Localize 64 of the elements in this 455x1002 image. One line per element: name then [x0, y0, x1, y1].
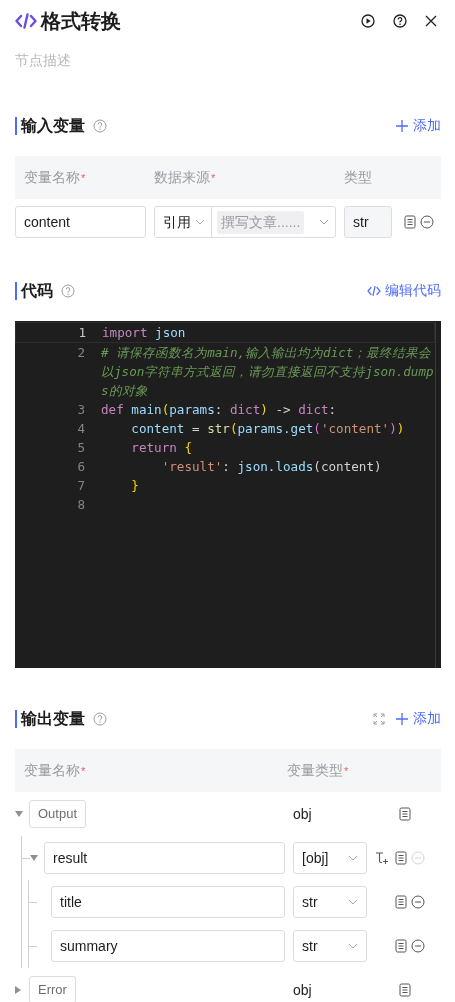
plus-icon	[395, 711, 409, 726]
variable-name-field[interactable]: summary	[51, 930, 285, 962]
collapse-caret-icon[interactable]	[30, 855, 38, 861]
section-title: 输出变量	[15, 709, 85, 728]
remove-icon[interactable]	[411, 895, 425, 909]
line-number: 4	[76, 420, 85, 438]
chevron-down-icon	[348, 943, 358, 949]
add-child-icon[interactable]	[375, 851, 389, 865]
line-number: 6	[76, 458, 85, 476]
document-icon[interactable]	[399, 983, 411, 997]
collapse-caret-icon[interactable]	[15, 811, 23, 817]
column-header: 数据来源*	[154, 169, 216, 185]
line-number: 8	[76, 496, 85, 514]
section-title: 输入变量	[15, 116, 85, 135]
type-text: obj	[293, 805, 312, 822]
code-icon	[15, 12, 37, 30]
section-title: 代码	[15, 281, 53, 300]
expand-caret-icon[interactable]	[15, 986, 21, 994]
column-header: 类型	[344, 169, 372, 185]
close-icon[interactable]	[425, 15, 437, 27]
variable-tag: Error	[29, 976, 76, 1002]
document-icon[interactable]	[404, 215, 416, 229]
code-line: return {	[130, 439, 193, 457]
document-icon[interactable]	[399, 807, 411, 821]
document-icon[interactable]	[395, 939, 407, 953]
help-icon[interactable]	[393, 14, 407, 28]
line-number: 7	[76, 477, 85, 495]
code-editor[interactable]	[15, 321, 441, 668]
code-line: content = str(params.get('content'))	[130, 420, 406, 438]
line-number: 1	[77, 324, 86, 342]
chevron-down-icon	[348, 899, 358, 905]
add-button[interactable]: 添加	[395, 708, 441, 729]
variable-name-field[interactable]: title	[51, 886, 285, 918]
expand-icon[interactable]	[373, 712, 385, 725]
variable-name-field[interactable]: content	[15, 206, 146, 238]
code-line: def main(params: dict) -> dict:	[100, 401, 338, 419]
code-icon	[367, 284, 381, 297]
type-text: obj	[293, 981, 312, 998]
remove-icon[interactable]	[411, 939, 425, 953]
code-line: # 请保存函数名为main,输入输出均为dict；最终结果会以json字符串方式返回，请勿直接返回不支持json.dumps的对象	[100, 344, 435, 400]
type-select[interactable]: str	[293, 886, 367, 918]
line-number: 2	[76, 344, 85, 362]
document-icon[interactable]	[395, 851, 407, 865]
remove-icon[interactable]	[420, 215, 434, 229]
code-line: import json	[101, 324, 187, 342]
line-number: 5	[76, 439, 85, 457]
plus-icon	[395, 118, 409, 133]
type-field: str	[344, 206, 392, 238]
variable-tag: Output	[29, 800, 87, 828]
line-number: 3	[76, 401, 85, 419]
column-header: 变量名称*	[24, 762, 86, 778]
code-line: 'result': json.loads(content)	[160, 458, 383, 476]
chevron-down-icon	[348, 855, 358, 861]
column-header: 变量名称*	[24, 169, 86, 185]
add-button[interactable]: 添加	[395, 115, 441, 136]
document-icon[interactable]	[395, 895, 407, 909]
type-select[interactable]: str	[293, 930, 367, 962]
column-header: 变量类型*	[287, 762, 349, 778]
run-icon[interactable]	[361, 14, 375, 28]
type-select[interactable]: [obj]	[293, 842, 367, 874]
edit-code-button[interactable]: 编辑代码	[367, 280, 441, 301]
node-title: 格式转换	[41, 9, 121, 33]
code-line: }	[130, 477, 140, 495]
variable-name-field[interactable]: result	[44, 842, 285, 874]
